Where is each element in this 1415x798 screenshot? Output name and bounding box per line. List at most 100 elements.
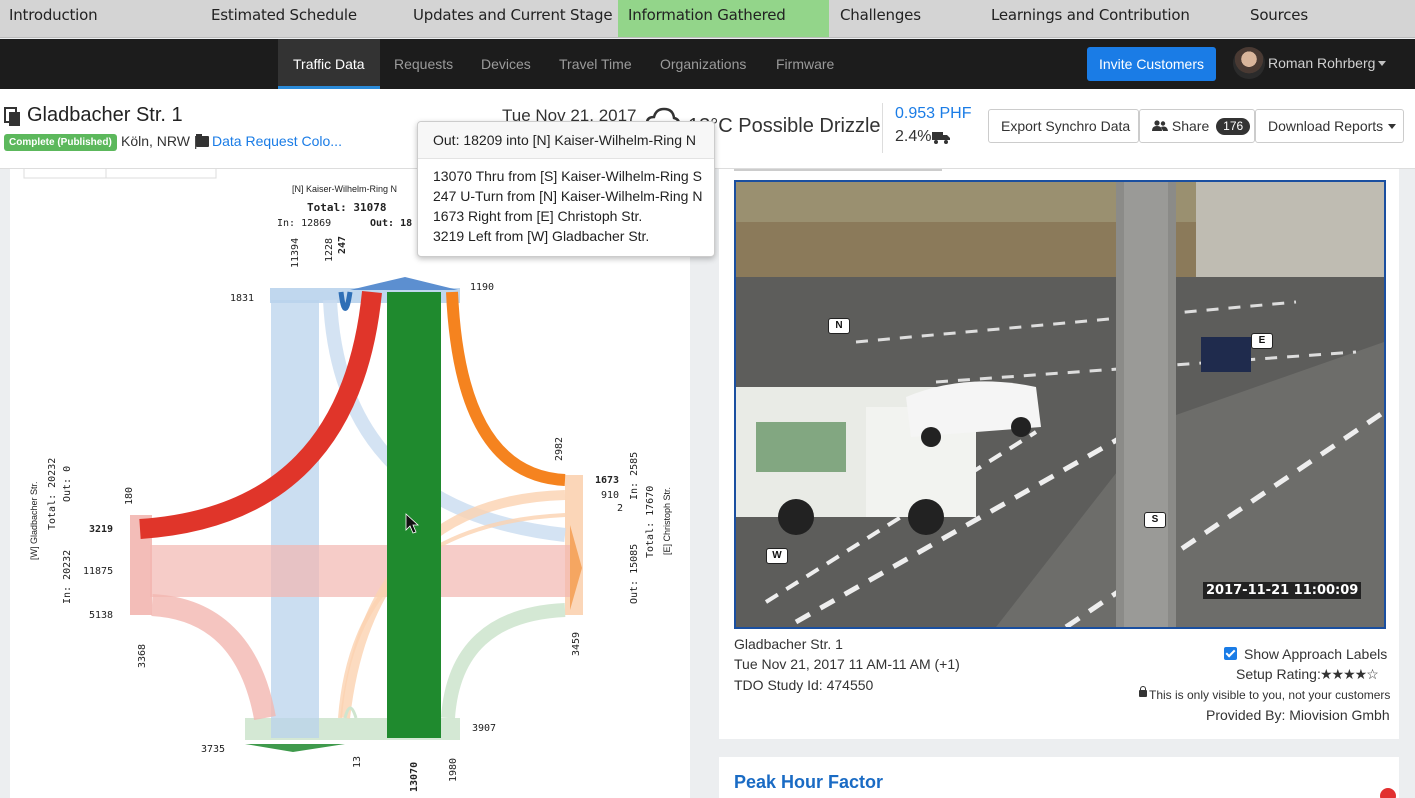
west-value-3: 11875: [83, 566, 113, 577]
flow-tooltip: Out: 18209 into [N] Kaiser-Wilhelm-Ring …: [417, 121, 715, 257]
main-navbar: Traffic Data Requests Devices Travel Tim…: [0, 39, 1415, 89]
peak-hour-factor-title: Peak Hour Factor: [734, 772, 884, 792]
tooltip-title: Out: 18209 into [N] Kaiser-Wilhelm-Ring …: [418, 122, 714, 159]
phf-value: 0.953 PHF: [895, 105, 972, 122]
status-badge: Complete (Published): [4, 134, 117, 151]
camera-label-e: E: [1251, 333, 1273, 349]
notification-badge[interactable]: [1380, 788, 1396, 798]
tooltip-line: 13070 Thru from [S] Kaiser-Wilhelm-Ring …: [433, 168, 702, 184]
north-out: Out: 18: [370, 218, 412, 229]
slide-tab-introduction[interactable]: Introduction: [9, 0, 98, 37]
view-toggle-button[interactable]: [23, 169, 107, 179]
avatar[interactable]: [1233, 47, 1265, 79]
south-thru-flow: [387, 292, 441, 738]
page-title: Gladbacher Str. 1: [27, 104, 183, 126]
east-value-1: 2982: [554, 437, 565, 461]
east-value-4: 2: [617, 503, 623, 514]
north-thru-flow: [271, 300, 319, 738]
tooltip-line: 247 U-Turn from [N] Kaiser-Wilhelm-Ring …: [433, 188, 703, 204]
download-reports-button[interactable]: Download Reports: [1255, 109, 1404, 143]
east-in: In: 2585: [629, 452, 640, 500]
share-button[interactable]: Share 176: [1139, 109, 1255, 143]
user-menu[interactable]: Roman Rohrberg: [1268, 39, 1375, 89]
west-value-4: 5138: [89, 610, 113, 621]
south-right-value: 3907: [472, 723, 496, 734]
east-out: Out: 15085: [629, 544, 640, 604]
north-out-arrow: [350, 277, 458, 290]
north-name: [N] Kaiser-Wilhelm-Ring N: [292, 184, 397, 194]
camera-label-s: S: [1144, 512, 1166, 528]
east-name: [E] Christoph Str.: [662, 487, 672, 555]
west-out: Out: 0: [62, 466, 73, 502]
south-out-arrow: [245, 744, 345, 752]
study-name: Gladbacher Str. 1: [734, 636, 843, 652]
intersection-camera-image: [736, 182, 1384, 627]
export-synchro-button[interactable]: Export Synchro Data: [988, 109, 1139, 143]
lock-icon: [1139, 686, 1147, 697]
south-left-value: 3735: [201, 744, 225, 755]
share-count-badge: 176: [1216, 118, 1251, 135]
tdo-study-id: TDO Study Id: 474550: [734, 677, 874, 693]
show-approach-labels-checkbox[interactable]: [1224, 647, 1237, 660]
west-thru-flow: [150, 545, 570, 597]
show-approach-labels-text: Show Approach Labels: [1244, 646, 1388, 662]
east-value-3: 910: [601, 490, 619, 501]
camera-label-n: N: [828, 318, 850, 334]
turning-movement-panel: [N] Kaiser-Wilhelm-Ring N Total: 31078 I…: [10, 169, 690, 798]
nav-firmware[interactable]: Firmware: [776, 39, 834, 89]
nav-traffic-data[interactable]: Traffic Data: [278, 39, 380, 89]
east-total: Total: 17670: [645, 486, 656, 558]
south-value-1: 13: [352, 756, 363, 768]
tooltip-line: 3219 Left from [W] Gladbacher Str.: [433, 228, 650, 244]
west-name: [W] Gladbacher Str.: [29, 481, 39, 560]
slide-tab-challenges[interactable]: Challenges: [840, 0, 921, 37]
data-request-link[interactable]: Data Request Colo...: [212, 133, 342, 149]
slide-tab-sources[interactable]: Sources: [1250, 0, 1308, 37]
turning-movement-diagram: [N] Kaiser-Wilhelm-Ring N Total: 31078 I…: [23, 169, 672, 792]
setup-rating-stars[interactable]: ★★★★☆: [1320, 666, 1379, 683]
dropdown-edge: [734, 169, 942, 171]
invite-customers-button[interactable]: Invite Customers: [1087, 47, 1216, 81]
nav-requests[interactable]: Requests: [394, 39, 453, 89]
south-value-3: 1980: [448, 758, 459, 782]
west-right-flow: [151, 594, 276, 721]
download-reports-label: Download Reports: [1268, 118, 1384, 134]
nav-devices[interactable]: Devices: [481, 39, 531, 89]
slide-tab-information-gathered[interactable]: Information Gathered: [618, 0, 829, 37]
users-icon: [1152, 120, 1168, 131]
truck-icon: [932, 132, 950, 144]
west-in: In: 20232: [62, 550, 73, 604]
chevron-down-icon: [1388, 124, 1397, 129]
nav-travel-time[interactable]: Travel Time: [559, 39, 632, 89]
chevron-down-icon[interactable]: [1378, 61, 1386, 66]
heavy-vehicle-percent: 2.4%: [895, 128, 932, 145]
north-total: Total: 31078: [307, 201, 386, 214]
north-left-value: 1831: [230, 293, 254, 304]
camera-label-w: W: [766, 548, 788, 564]
slide-tab-bar: Introduction Estimated Schedule Updates …: [0, 0, 1415, 38]
camera-snapshot[interactable]: N E S W 2017-11-21 11:00:09: [734, 180, 1386, 629]
north-in: In: 12869: [277, 218, 331, 229]
west-total: Total: 20232: [47, 458, 58, 530]
south-right-flow: [441, 603, 566, 719]
south-value-2: 13070: [409, 762, 420, 792]
east-value-2: 1673: [595, 475, 619, 486]
provider-text: Provided By: Miovision Gmbh: [1206, 707, 1390, 723]
nav-organizations[interactable]: Organizations: [660, 39, 746, 89]
north-value-1: 11394: [290, 238, 301, 268]
divider: [882, 103, 883, 153]
slide-tab-learnings[interactable]: Learnings and Contribution: [991, 0, 1190, 37]
slide-tab-estimated-schedule[interactable]: Estimated Schedule: [211, 0, 357, 37]
view-toggle-button[interactable]: [105, 169, 217, 179]
slide-tab-updates[interactable]: Updates and Current Stage: [413, 0, 613, 37]
folder-icon: [196, 134, 209, 147]
study-time: Tue Nov 21, 2017 11 AM-11 AM (+1): [734, 656, 960, 672]
north-value-2: 1228: [324, 238, 335, 262]
setup-rating-label: Setup Rating:: [1236, 666, 1321, 682]
west-value-5: 3368: [137, 644, 148, 668]
west-value-2: 3219: [89, 524, 113, 535]
location-text: Köln, NRW |: [121, 133, 198, 149]
document-icon: [4, 107, 20, 126]
visibility-note: This is only visible to you, not your cu…: [1149, 688, 1391, 702]
east-right-flow: [446, 291, 566, 486]
